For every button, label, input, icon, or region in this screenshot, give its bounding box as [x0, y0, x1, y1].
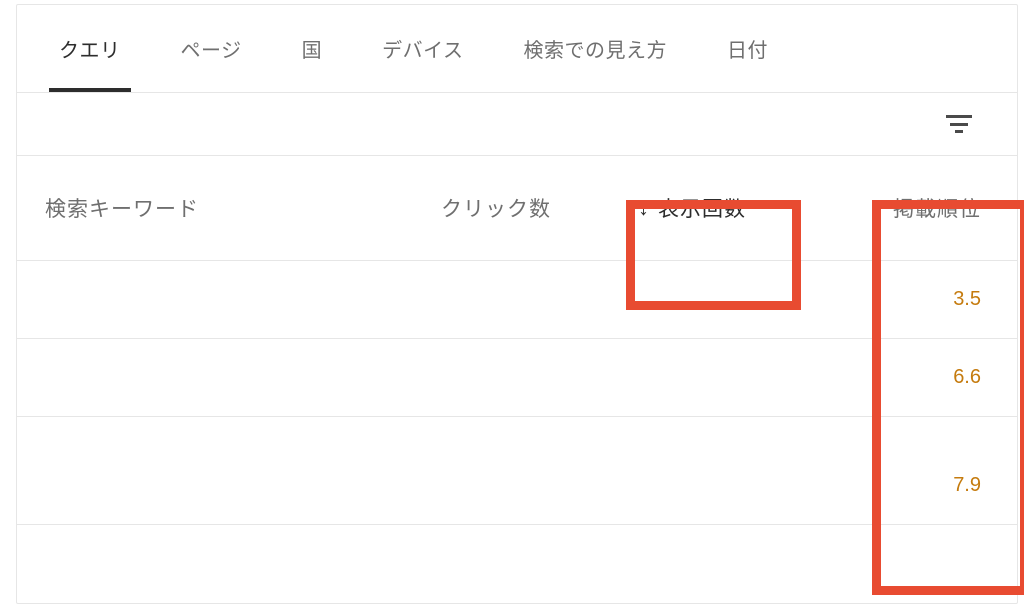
tab-device[interactable]: デバイス	[376, 5, 469, 92]
table-row[interactable]: 7.9	[17, 447, 1017, 525]
filter-bar	[17, 93, 1017, 155]
column-header-impressions-label: 表示回数	[658, 193, 746, 223]
table-row[interactable]: 6.6	[17, 339, 1017, 417]
column-header-keyword[interactable]: 検索キーワード	[17, 193, 381, 223]
sort-descending-icon: ↓	[638, 195, 650, 221]
tab-query[interactable]: クエリ	[53, 5, 127, 92]
column-header-impressions[interactable]: ↓ 表示回数	[587, 193, 797, 223]
tab-page[interactable]: ページ	[175, 5, 248, 92]
tab-search-appearance[interactable]: 検索での見え方	[518, 5, 674, 92]
cell-keyword	[17, 377, 381, 378]
tab-date[interactable]: 日付	[721, 5, 774, 92]
column-header-clicks[interactable]: クリック数	[381, 193, 587, 223]
cell-position: 7.9	[797, 474, 1017, 497]
column-header-position[interactable]: 掲載順位	[797, 193, 1017, 223]
tab-country[interactable]: 国	[296, 5, 329, 92]
table-row[interactable]: 3.5	[17, 261, 1017, 339]
dimension-tabs: クエリ ページ 国 デバイス 検索での見え方 日付	[17, 5, 1017, 93]
cell-position: 3.5	[797, 288, 1017, 311]
cell-keyword	[17, 485, 381, 486]
filter-icon[interactable]	[945, 115, 973, 133]
cell-keyword	[17, 299, 381, 300]
table-header: 検索キーワード クリック数 ↓ 表示回数 掲載順位	[17, 155, 1017, 261]
cell-position: 6.6	[797, 366, 1017, 389]
report-card: クエリ ページ 国 デバイス 検索での見え方 日付 検索キーワード クリック数 …	[16, 4, 1018, 604]
